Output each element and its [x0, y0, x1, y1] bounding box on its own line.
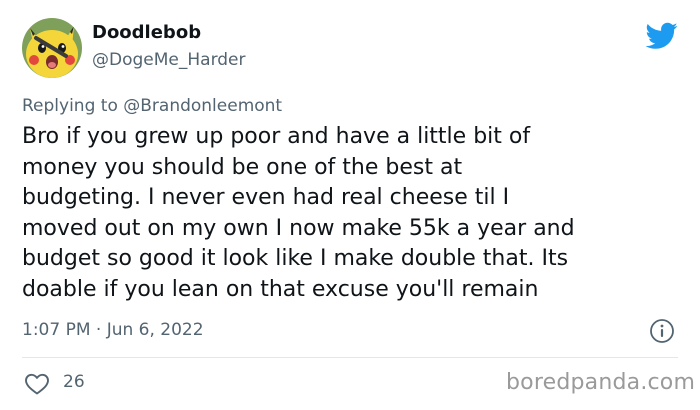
twitter-bird-icon[interactable]	[646, 22, 678, 50]
reply-context: Replying to @Brandonleemont	[22, 96, 282, 116]
user-handle[interactable]: @DogeMe_Harder	[92, 50, 246, 70]
avatar[interactable]	[22, 18, 82, 78]
info-icon[interactable]	[649, 318, 675, 344]
pikachu-avatar-icon	[22, 18, 82, 78]
tweet-timestamp[interactable]: 1:07 PM · Jun 6, 2022	[22, 320, 204, 340]
like-count: 26	[63, 372, 85, 392]
tweet-card: Doodlebob @DogeMe_Harder Replying to @Br…	[0, 0, 700, 410]
divider	[22, 357, 678, 358]
reply-mention-link[interactable]: @Brandonleemont	[123, 96, 282, 116]
reply-prefix: Replying to	[22, 96, 124, 116]
watermark: boredpanda.com	[506, 370, 696, 395]
heart-icon[interactable]	[24, 372, 50, 396]
tweet-text: Bro if you grew up poor and have a littl…	[22, 124, 575, 302]
display-name[interactable]: Doodlebob	[92, 22, 201, 43]
